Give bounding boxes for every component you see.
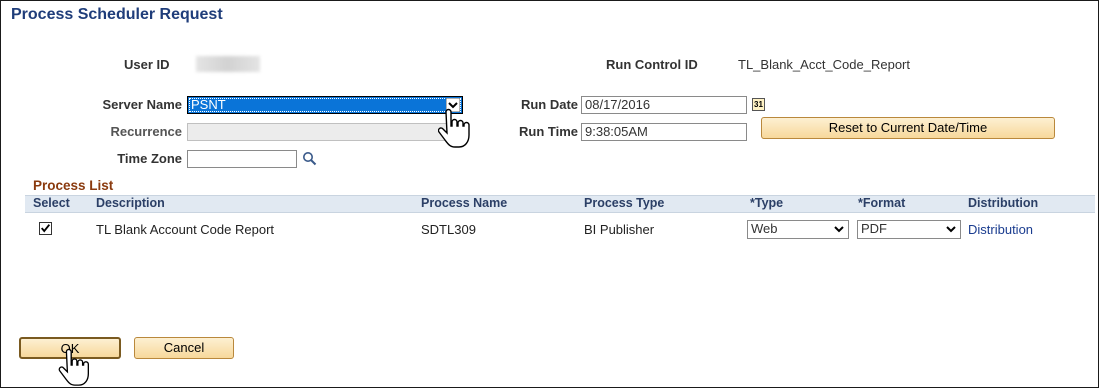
page-title: Process Scheduler Request (11, 6, 223, 23)
hand-cursor-icon (58, 348, 89, 386)
user-id-label: User ID (124, 57, 170, 72)
process-list-header (25, 195, 1095, 213)
time-zone-label: Time Zone (117, 151, 182, 166)
run-time-value: 9:38:05AM (585, 124, 648, 139)
run-date-label: Run Date (520, 97, 578, 112)
server-name-value: PSNT (191, 97, 226, 112)
run-time-label: Run Time (519, 124, 578, 139)
chevron-down-icon (946, 226, 956, 233)
server-name-select[interactable]: PSNT (187, 96, 463, 114)
process-list-title: Process List (33, 178, 114, 193)
server-name-label: Server Name (102, 97, 183, 112)
column-header-format: *Format (858, 196, 906, 210)
run-time-input[interactable]: 9:38:05AM (581, 123, 747, 141)
format-value: PDF (861, 221, 887, 236)
time-zone-input[interactable] (187, 150, 297, 168)
hand-cursor-icon (438, 108, 470, 148)
column-header-process-name: Process Name (421, 196, 508, 210)
calendar-icon[interactable]: 31 (752, 98, 765, 111)
run-control-id-label: Run Control ID (606, 57, 698, 72)
run-control-id-value: TL_Blank_Acct_Code_Report (738, 57, 910, 72)
run-date-value: 08/17/2016 (585, 97, 651, 112)
row-description: TL Blank Account Code Report (96, 222, 275, 237)
row-process-type: BI Publisher (584, 222, 655, 237)
recurrence-select (187, 123, 463, 141)
row-select-checkbox[interactable] (39, 222, 52, 235)
user-id-value-redacted (196, 56, 260, 72)
reset-date-time-button[interactable]: Reset to Current Date/Time (761, 117, 1055, 139)
row-process-name: SDTL309 (421, 222, 476, 237)
column-header-distribution: Distribution (968, 196, 1039, 210)
cancel-button[interactable]: Cancel (134, 337, 234, 359)
column-header-process-type: Process Type (584, 196, 665, 210)
search-icon[interactable] (302, 151, 317, 166)
column-header-select: Select (33, 196, 70, 210)
type-select[interactable]: Web (747, 220, 849, 239)
column-header-type: *Type (750, 196, 784, 210)
checkmark-icon (40, 224, 51, 233)
chevron-down-icon (834, 226, 844, 233)
recurrence-label: Recurrence (110, 124, 182, 139)
column-header-description: Description (96, 196, 165, 210)
type-value: Web (751, 221, 778, 236)
distribution-link[interactable]: Distribution (968, 222, 1033, 237)
format-select[interactable]: PDF (857, 220, 961, 239)
run-date-input[interactable]: 08/17/2016 (581, 96, 747, 114)
